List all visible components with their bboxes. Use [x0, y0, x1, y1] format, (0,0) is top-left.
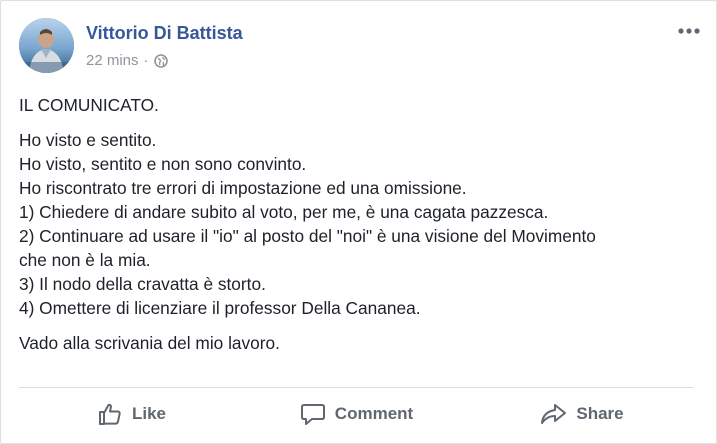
post-line: Ho riscontrato tre errori di impostazion…: [19, 178, 467, 198]
share-label: Share: [576, 404, 624, 423]
post-line: Vado alla scrivania del mio lavoro.: [19, 333, 280, 353]
more-options-icon[interactable]: [676, 24, 702, 36]
comment-bubble-icon: [300, 404, 325, 425]
post-paragraph-main: Ho visto e sentito. Ho visto, sentito e …: [19, 128, 699, 320]
post-header: Vittorio Di Battista 22 mins ·: [19, 18, 702, 76]
post-line: 3) Il nodo della cravatta è storto.: [19, 274, 266, 294]
globe-icon: [153, 53, 168, 68]
post-paragraph-title: IL COMUNICATO.: [19, 93, 699, 117]
actions-divider: [19, 387, 694, 388]
like-label: Like: [131, 404, 167, 423]
post-line: 2) Continuare ad usare il "io" al posto …: [19, 226, 596, 246]
post-actions: Like Comment Share: [19, 392, 694, 436]
meta-separator: ·: [143, 52, 149, 69]
post-line: Ho visto, sentito e non sono convinto.: [19, 154, 307, 174]
post-paragraph-closing: Vado alla scrivania del mio lavoro.: [19, 331, 699, 355]
comment-label: Comment: [334, 404, 414, 423]
author-name[interactable]: Vittorio Di Battista: [86, 23, 243, 44]
post-timestamp[interactable]: 22 mins: [86, 52, 139, 69]
post-line: Ho visto e sentito.: [19, 130, 157, 150]
share-arrow-icon: [541, 404, 567, 424]
comment-button[interactable]: Comment: [244, 392, 469, 436]
like-button[interactable]: Like: [19, 392, 244, 436]
post-line: che non è la mia.: [19, 250, 151, 270]
share-button[interactable]: Share: [469, 392, 694, 436]
post-line: 4) Omettere di licenziare il professor D…: [19, 298, 421, 318]
thumbs-up-icon: [98, 403, 121, 425]
post-line: IL COMUNICATO.: [19, 95, 159, 115]
post-body: IL COMUNICATO. Ho visto e sentito. Ho vi…: [19, 93, 699, 366]
post-card: Vittorio Di Battista 22 mins · IL COMUNI…: [0, 0, 717, 444]
avatar[interactable]: [19, 18, 74, 73]
post-line: 1) Chiedere di andare subito al voto, pe…: [19, 202, 549, 222]
post-meta: 22 mins ·: [86, 52, 168, 69]
avatar-photo: [19, 18, 74, 73]
